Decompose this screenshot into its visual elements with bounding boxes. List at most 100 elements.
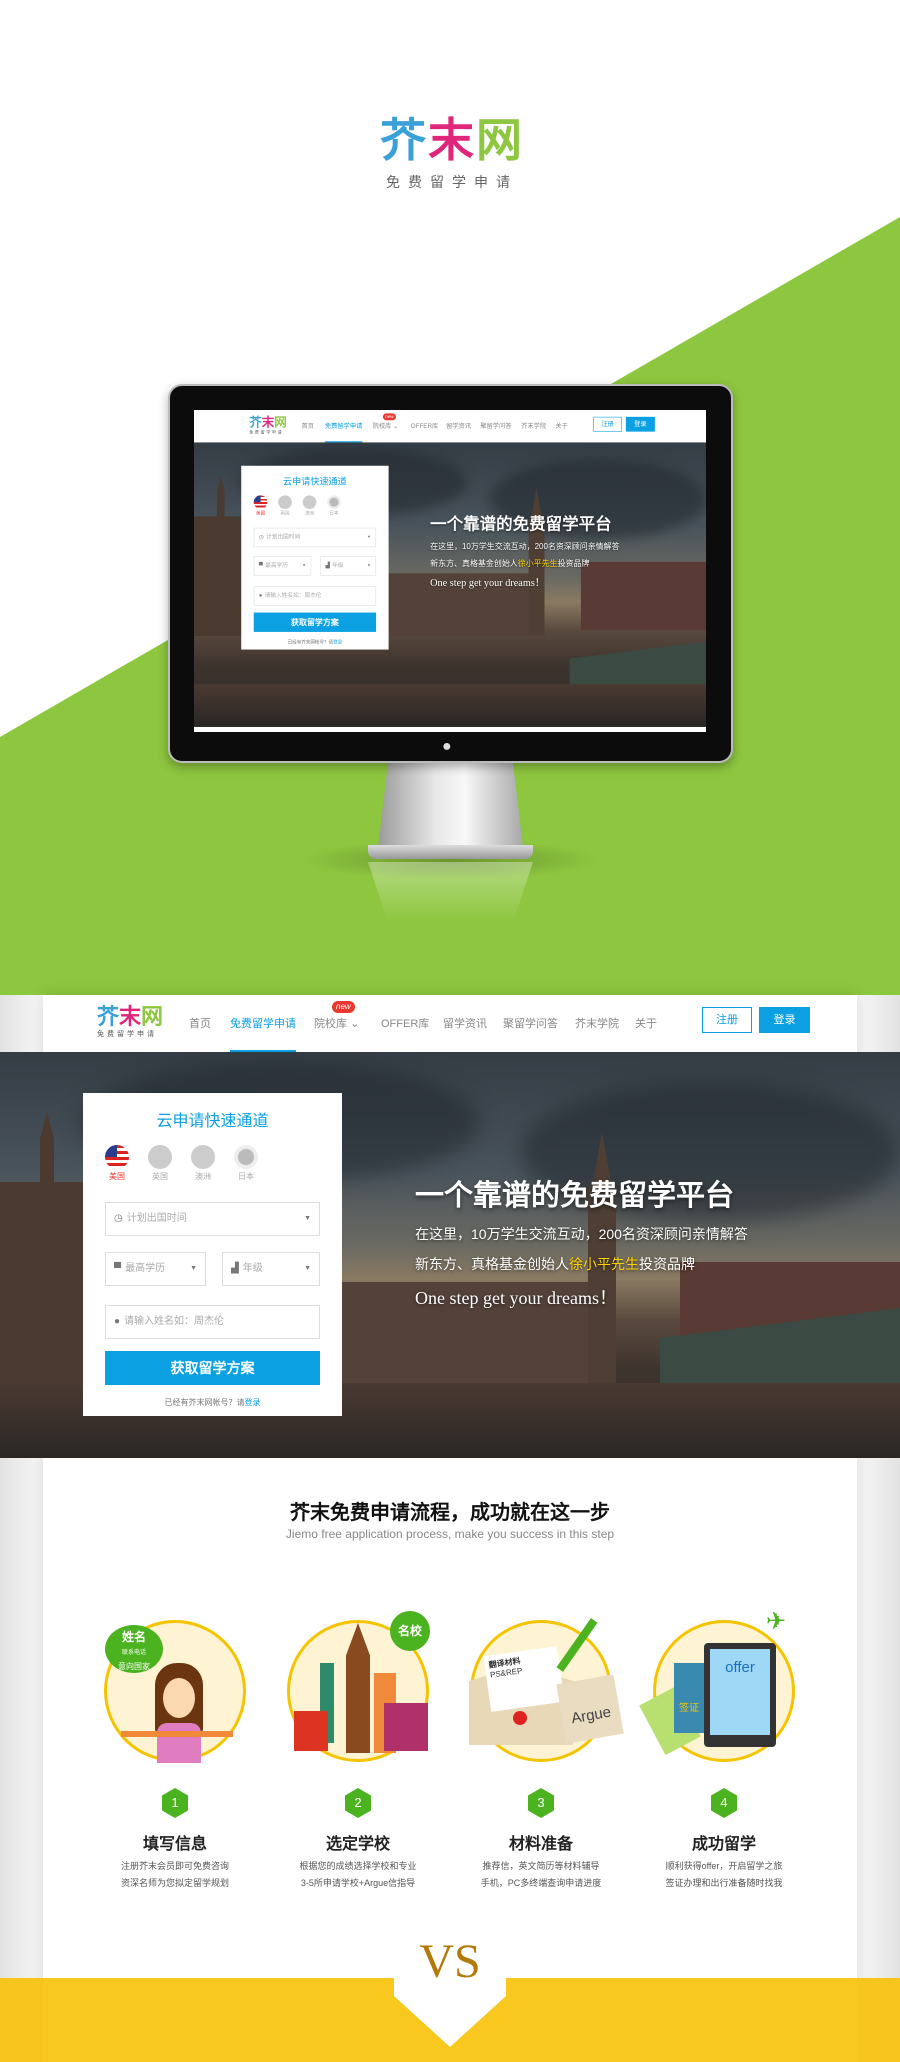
caret-down-icon: ▼	[190, 1265, 197, 1272]
education-select[interactable]: ▀ 最高学历 ▼	[105, 1252, 206, 1286]
country-australia[interactable]: 澳洲	[191, 1145, 215, 1182]
us-flag-icon	[105, 1145, 129, 1169]
uk-flag-icon	[278, 495, 292, 510]
uk-flag-icon	[148, 1145, 172, 1169]
success-illustration: 签证 offer ✈	[639, 1608, 795, 1762]
school-icon: ▀	[114, 1263, 122, 1274]
top-nav: 芥末网 免费留学申请 首页 免费留学申请 院校库 ⌄ new OFFER库 留学资…	[0, 995, 900, 1052]
clock-icon: ◷	[114, 1213, 123, 1224]
departure-time-select[interactable]: ◷ 计划出国时间 ▼	[105, 1202, 320, 1236]
grade-select[interactable]: ▟ 年级 ▼	[222, 1252, 320, 1286]
chevron-down-icon: ⌄	[350, 1018, 360, 1030]
school-icon: ▀	[258, 562, 263, 569]
process-subtitle: Jiemo free application process, make you…	[285, 1527, 615, 1541]
login-link[interactable]: 登录	[245, 1398, 261, 1407]
login-link[interactable]: 登录	[333, 639, 342, 644]
hero-banner: 云申请快速通道 美国 英国 澳洲 日本 ◷ 计划出国时间 ▼ ▀ 最高学历 ▼ ▟ 年级 ▼…	[0, 1052, 900, 1458]
form-title: 云申请快速通道	[283, 477, 347, 487]
hero-text: 一个靠谱的免费留学平台 在这里，10万学生交流互动，200名资深顾问亲情解答 新…	[430, 511, 619, 590]
nav-news[interactable]: 留学资讯	[443, 1015, 487, 1031]
step-1: 姓名 联系电话 意向国家 1 填写信息 注册芥末会员即可免费咨询 资深名师为您拟定留学…	[83, 1620, 267, 1892]
country-australia[interactable]: 澳洲	[302, 495, 317, 516]
nav-academy[interactable]: 芥末学院	[575, 1015, 619, 1031]
site-preview: 芥末网 免费留学申请 首页 免费留学申请 院校库 ⌄ new OFFER库 留学资…	[194, 410, 706, 727]
nav-offer[interactable]: OFFER库	[411, 421, 438, 430]
step-3: 翻译材料 PS&REP Argue 3 材料准备 推荐信，英文简历等材料辅导 手机，…	[449, 1618, 633, 1892]
clock-icon: ◷	[258, 534, 264, 541]
nav-news[interactable]: 留学资讯	[446, 421, 471, 430]
login-hint: 已经有芥末网帐号？请登录	[287, 639, 343, 645]
monitor-reflection	[368, 862, 533, 922]
nav-logo[interactable]: 芥末网 免费留学申请	[97, 1005, 163, 1039]
us-flag-icon	[253, 495, 268, 510]
login-button[interactable]: 登录	[759, 1007, 810, 1033]
caret-down-icon: ▼	[302, 563, 307, 568]
hero-text: 一个靠谱的免费留学平台 在这里，10万学生交流互动，200名资深顾问亲情解答 新…	[415, 1172, 748, 1310]
quick-apply-form: 云申请快速通道 美国 英国 澳洲 日本 ◷ 计划出国时间 ▼ ▀ 最高学历 ▼ ▟ 年级 ▼…	[241, 465, 389, 650]
nav-qa[interactable]: 聚留学问答	[503, 1015, 558, 1031]
step-2: 名校 2 选定学校 根据您的成绩选择学校和专业 3-5所申请学校+Argue信指导	[266, 1611, 450, 1892]
nav-home[interactable]: 首页	[189, 1015, 211, 1031]
country-us[interactable]: 美国	[253, 495, 268, 516]
caret-down-icon: ▼	[304, 1215, 311, 1222]
nav-free-apply[interactable]: 免费留学申请	[324, 421, 363, 443]
choose-school-illustration: 名校	[287, 1611, 430, 1762]
nav-qa[interactable]: 聚留学问答	[480, 421, 511, 430]
nav-logo[interactable]: 芥末网 免费留学申请	[249, 415, 287, 435]
chevron-down-icon: ⌄	[393, 423, 399, 430]
hero-headline: 一个靠谱的免费留学平台	[430, 515, 612, 534]
country-uk[interactable]: 英国	[278, 495, 292, 516]
brand-logo: 芥末网 免费留学申请	[380, 114, 524, 190]
step-4: 签证 offer ✈ 4 成功留学 顺利获得offer，开启留学之旅 签证办理和出…	[632, 1608, 816, 1892]
bar-chart-icon: ▟	[231, 1263, 239, 1274]
japan-flag-icon	[327, 495, 341, 510]
australia-flag-icon	[302, 495, 317, 510]
airplane-icon: ✈	[766, 1608, 787, 1635]
materials-illustration: 翻译材料 PS&REP Argue	[469, 1618, 624, 1762]
country-us[interactable]: 美国	[105, 1145, 129, 1182]
country-japan[interactable]: 日本	[234, 1145, 258, 1182]
country-uk[interactable]: 英国	[148, 1145, 172, 1182]
form-title: 云申请快速通道	[156, 1113, 269, 1130]
register-button[interactable]: 注册	[702, 1007, 752, 1033]
login-hint: 已经有芥末网帐号？请登录	[164, 1398, 261, 1407]
monitor-stand	[378, 763, 523, 848]
get-plan-button[interactable]: 获取留学方案	[253, 612, 377, 632]
quick-apply-form: 云申请快速通道 美国 英国 澳洲 日本 ◷ 计划出国时间 ▼ ▀ 最高学历 ▼ ▟ 年级 ▼…	[83, 1093, 342, 1416]
nav-free-apply[interactable]: 免费留学申请	[230, 1015, 296, 1052]
new-badge: new	[382, 413, 396, 421]
new-badge: new	[332, 1001, 355, 1013]
japan-flag-icon	[234, 1145, 258, 1169]
caret-down-icon: ▼	[367, 563, 371, 568]
monitor-screen: 芥末网 免费留学申请 首页 免费留学申请 院校库 ⌄ new OFFER库 留学资…	[194, 410, 706, 732]
hero-headline: 一个靠谱的免费留学平台	[415, 1180, 735, 1212]
australia-flag-icon	[191, 1145, 215, 1169]
site-preview: 芥末网 免费留学申请 首页 免费留学申请 院校库 ⌄ new OFFER库 留学资…	[0, 995, 900, 1458]
nav-about[interactable]: 关于	[635, 1015, 657, 1031]
departure-time-select[interactable]: ◷ 计划出国时间 ▼	[253, 527, 377, 548]
nav-schools[interactable]: 院校库 ⌄ new	[373, 413, 399, 430]
nav-home[interactable]: 首页	[302, 421, 315, 430]
user-icon: ●	[258, 592, 263, 599]
nav-academy[interactable]: 芥末学院	[521, 421, 546, 430]
user-icon: ●	[114, 1316, 121, 1327]
hero-banner: 云申请快速通道 美国 英国 澳洲 日本 ◷ 计划出国时间 ▼ ▀ 最高学历 ▼ ▟ 年级 ▼…	[194, 442, 706, 727]
nav-offer[interactable]: OFFER库	[381, 1015, 429, 1031]
country-japan[interactable]: 日本	[327, 495, 341, 516]
login-button[interactable]: 登录	[625, 416, 655, 432]
nav-schools[interactable]: 院校库 ⌄ new	[314, 1001, 360, 1031]
monitor-mockup: 芥末网 免费留学申请 首页 免费留学申请 院校库 ⌄ new OFFER库 留学资…	[168, 384, 733, 763]
monitor-base	[368, 845, 533, 859]
process-title: 芥末免费申请流程，成功就在这一步	[290, 1502, 610, 1524]
name-input[interactable]: ● 请输入姓名如：周杰伦	[253, 586, 377, 606]
grade-select[interactable]: ▟ 年级 ▼	[320, 556, 377, 576]
nav-about[interactable]: 关于	[555, 421, 568, 430]
caret-down-icon: ▼	[367, 535, 371, 540]
top-nav: 芥末网 免费留学申请 首页 免费留学申请 院校库 ⌄ new OFFER库 留学资…	[194, 410, 706, 443]
bar-chart-icon: ▟	[325, 562, 330, 569]
register-button[interactable]: 注册	[593, 416, 622, 432]
get-plan-button[interactable]: 获取留学方案	[105, 1351, 320, 1385]
name-input[interactable]: ● 请输入姓名如：周杰伦	[105, 1305, 320, 1339]
education-select[interactable]: ▀ 最高学历 ▼	[253, 556, 312, 576]
showcase-section: 芥末网 免费留学申请 芥末网 免费留学申请 首页 免费留学申请 院校库 ⌄ new…	[0, 0, 900, 995]
